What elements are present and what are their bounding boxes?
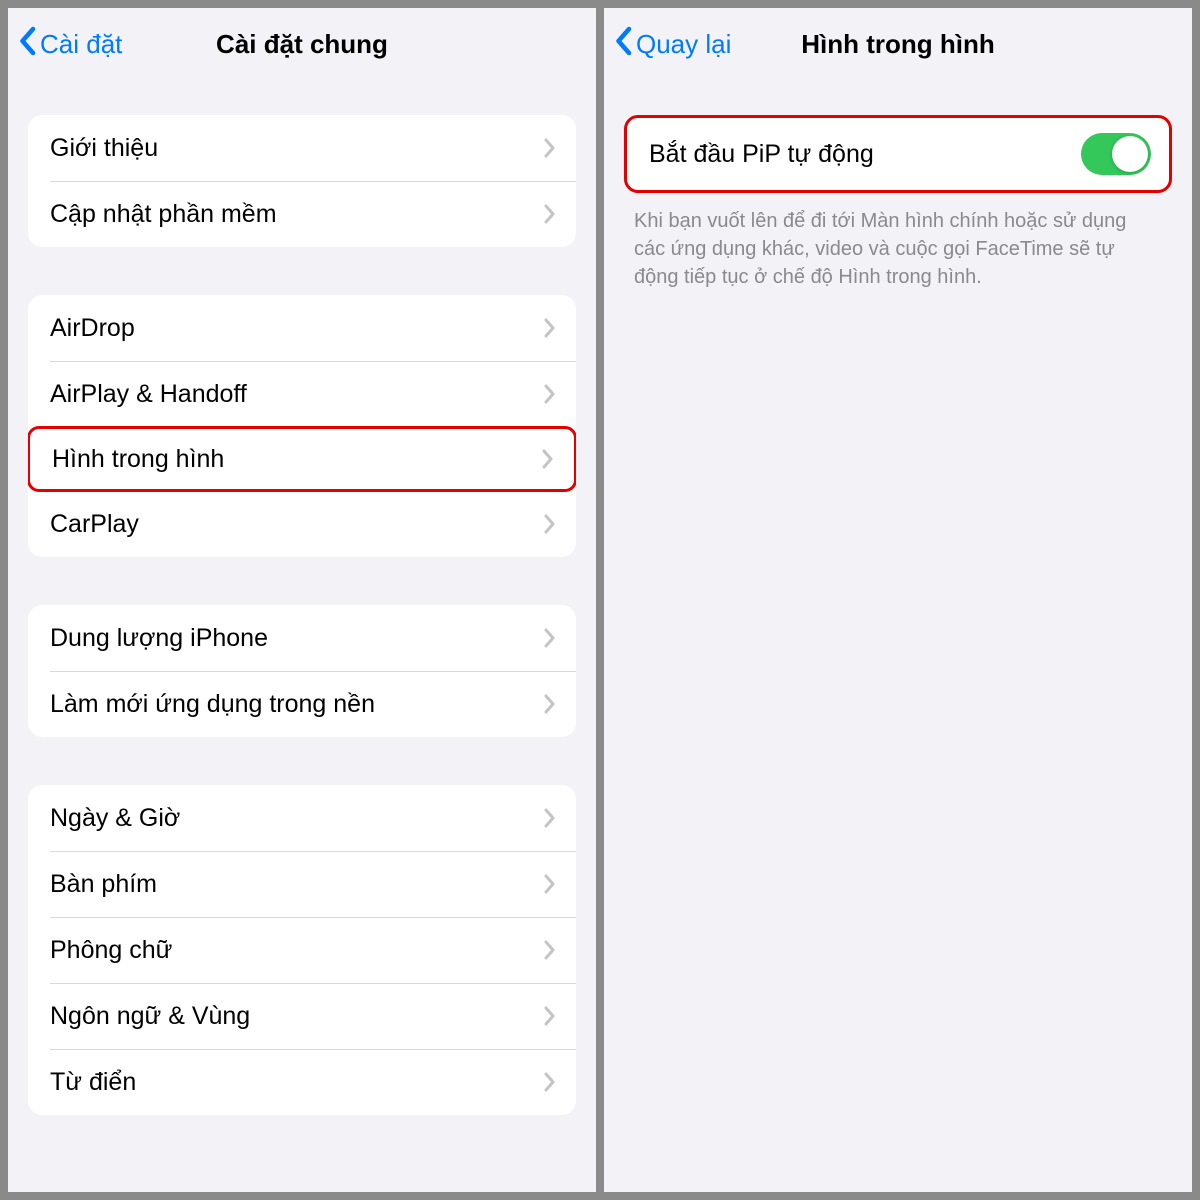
row-label: Từ điển xyxy=(50,1068,544,1097)
toggle-knob xyxy=(1112,136,1148,172)
chevron-right-icon xyxy=(544,694,556,714)
row-about[interactable]: Giới thiệu xyxy=(28,115,576,181)
row-picture-in-picture[interactable]: Hình trong hình xyxy=(28,426,576,492)
content: Giới thiệu Cập nhật phần mềm AirDrop Air… xyxy=(8,80,596,1192)
chevron-left-icon xyxy=(18,26,40,63)
row-keyboard[interactable]: Bàn phím xyxy=(28,851,576,917)
row-label: Ngày & Giờ xyxy=(50,804,544,833)
row-background-app-refresh[interactable]: Làm mới ứng dụng trong nền xyxy=(28,671,576,737)
row-dictionary[interactable]: Từ điển xyxy=(28,1049,576,1115)
chevron-right-icon xyxy=(544,204,556,224)
row-label: Cập nhật phần mềm xyxy=(50,200,544,229)
chevron-right-icon xyxy=(544,318,556,338)
content: Bắt đầu PiP tự động Khi bạn vuốt lên để … xyxy=(604,80,1192,1192)
row-fonts[interactable]: Phông chữ xyxy=(28,917,576,983)
row-software-update[interactable]: Cập nhật phần mềm xyxy=(28,181,576,247)
row-language-region[interactable]: Ngôn ngữ & Vùng xyxy=(28,983,576,1049)
row-label: Ngôn ngữ & Vùng xyxy=(50,1002,544,1031)
row-label: Dung lượng iPhone xyxy=(50,624,544,653)
row-airplay-handoff[interactable]: AirPlay & Handoff xyxy=(28,361,576,427)
back-label: Cài đặt xyxy=(40,29,122,60)
back-label: Quay lại xyxy=(636,29,731,60)
chevron-right-icon xyxy=(544,514,556,534)
chevron-right-icon xyxy=(544,628,556,648)
auto-pip-toggle[interactable] xyxy=(1081,133,1151,175)
back-button[interactable]: Quay lại xyxy=(614,26,731,63)
row-airdrop[interactable]: AirDrop xyxy=(28,295,576,361)
chevron-right-icon xyxy=(544,874,556,894)
chevron-right-icon xyxy=(544,808,556,828)
chevron-right-icon xyxy=(544,138,556,158)
navbar: Cài đặt Cài đặt chung xyxy=(8,8,596,80)
row-auto-pip[interactable]: Bắt đầu PiP tự động xyxy=(627,118,1169,190)
row-label: Bắt đầu PiP tự động xyxy=(649,140,1081,169)
row-label: CarPlay xyxy=(50,510,544,539)
row-label: AirDrop xyxy=(50,314,544,343)
general-settings-screen: Cài đặt Cài đặt chung Giới thiệu Cập nhậ… xyxy=(8,8,596,1192)
row-label: Hình trong hình xyxy=(52,445,542,474)
row-label: Bàn phím xyxy=(50,870,544,899)
row-label: Làm mới ứng dụng trong nền xyxy=(50,690,544,719)
chevron-right-icon xyxy=(544,1006,556,1026)
back-button[interactable]: Cài đặt xyxy=(18,26,122,63)
pip-settings-screen: Quay lại Hình trong hình Bắt đầu PiP tự … xyxy=(604,8,1192,1192)
group-airdrop: AirDrop AirPlay & Handoff Hình trong hìn… xyxy=(28,295,576,557)
row-carplay[interactable]: CarPlay xyxy=(28,491,576,557)
group-about: Giới thiệu Cập nhật phần mềm xyxy=(28,115,576,247)
group-storage: Dung lượng iPhone Làm mới ứng dụng trong… xyxy=(28,605,576,737)
group-date-keyboard: Ngày & Giờ Bàn phím Phông chữ Ngôn ngữ &… xyxy=(28,785,576,1115)
chevron-right-icon xyxy=(542,449,554,469)
row-label: Giới thiệu xyxy=(50,134,544,163)
row-label: Phông chữ xyxy=(50,936,544,965)
row-label: AirPlay & Handoff xyxy=(50,380,544,409)
chevron-right-icon xyxy=(544,940,556,960)
group-pip: Bắt đầu PiP tự động xyxy=(624,115,1172,193)
chevron-right-icon xyxy=(544,384,556,404)
chevron-left-icon xyxy=(614,26,636,63)
chevron-right-icon xyxy=(544,1072,556,1092)
row-iphone-storage[interactable]: Dung lượng iPhone xyxy=(28,605,576,671)
footer-description: Khi bạn vuốt lên để đi tới Màn hình chín… xyxy=(604,193,1192,291)
row-date-time[interactable]: Ngày & Giờ xyxy=(28,785,576,851)
navbar: Quay lại Hình trong hình xyxy=(604,8,1192,80)
